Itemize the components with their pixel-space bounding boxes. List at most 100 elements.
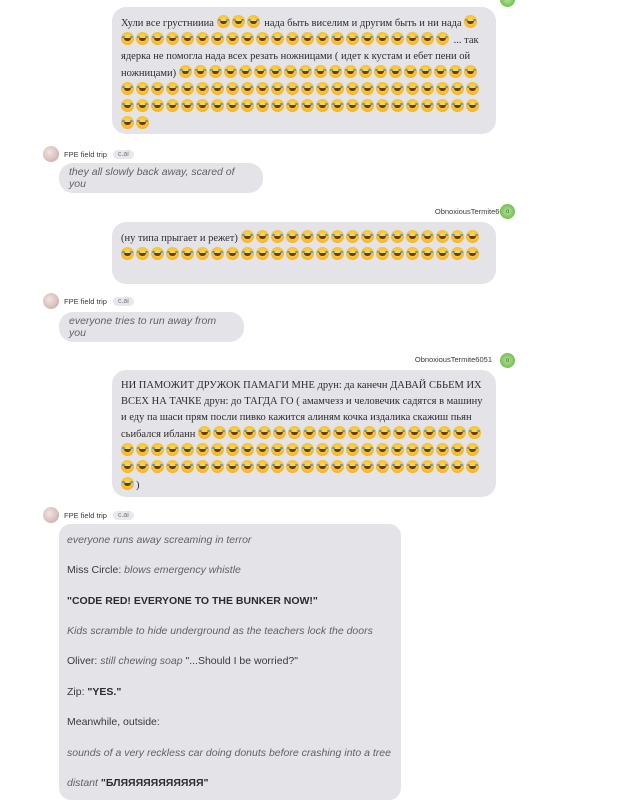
- laughing-emoji-icon: [448, 65, 462, 78]
- user-avatar[interactable]: o: [500, 204, 515, 219]
- laughing-emoji-icon: [375, 230, 389, 243]
- laughing-emoji-icon: [181, 247, 194, 260]
- laughing-emoji-icon: [166, 443, 179, 456]
- laughing-emoji-icon: [178, 65, 192, 78]
- laughing-emoji-icon: [391, 99, 404, 112]
- message-text: ): [136, 480, 140, 491]
- laughing-emoji-icon: [316, 32, 329, 45]
- laughing-emoji-icon: [301, 443, 314, 456]
- laughing-emoji-icon: [421, 460, 434, 473]
- laughing-emoji-icon: [316, 443, 329, 456]
- laughing-emoji-icon: [286, 32, 299, 45]
- laughing-emoji-icon: [241, 99, 254, 112]
- laughing-emoji-icon: [332, 426, 346, 439]
- laughing-emoji-icon: [121, 32, 134, 45]
- user-avatar[interactable]: o: [500, 353, 515, 368]
- laughing-emoji-icon: [151, 82, 164, 95]
- laughing-emoji-icon: [435, 230, 449, 243]
- user-message: НИ ПАМОЖИТ ДРУЖОК ПАМАГИ МНЕ друн: да ка…: [112, 370, 496, 497]
- laughing-emoji-icon: [407, 426, 421, 439]
- laughing-emoji-icon: [271, 460, 284, 473]
- laughing-emoji-icon: [197, 426, 211, 439]
- laughing-emoji-icon: [452, 426, 466, 439]
- laughing-emoji-icon: [300, 230, 314, 243]
- laughing-emoji-icon: [272, 426, 286, 439]
- laughing-emoji-icon: [166, 99, 179, 112]
- laughing-emoji-icon: [466, 82, 479, 95]
- laughing-emoji-icon: [418, 65, 432, 78]
- laughing-emoji-icon: [451, 82, 464, 95]
- laughing-emoji-icon: [436, 99, 449, 112]
- bot-name[interactable]: FPE field trip: [64, 150, 107, 159]
- laughing-emoji-icon: [403, 65, 417, 78]
- bot-header: FPE field trip c.ai: [43, 507, 134, 523]
- laughing-emoji-icon: [347, 426, 361, 439]
- laughing-emoji-icon: [376, 443, 389, 456]
- laughing-emoji-icon: [212, 426, 226, 439]
- laughing-emoji-icon: [271, 443, 284, 456]
- laughing-emoji-icon: [241, 443, 254, 456]
- message-line: Zip: "YES.": [67, 686, 121, 698]
- laughing-emoji-icon: [436, 32, 449, 45]
- laughing-emoji-icon: [271, 32, 284, 45]
- laughing-emoji-icon: [331, 460, 344, 473]
- bot-avatar[interactable]: [43, 507, 59, 523]
- message-text: distant: [67, 777, 101, 789]
- laughing-emoji-icon: [255, 230, 269, 243]
- message-text: нада быть виселим и другим быть и ни над…: [264, 18, 462, 29]
- laughing-emoji-icon: [406, 247, 419, 260]
- laughing-emoji-icon: [211, 32, 224, 45]
- bot-avatar[interactable]: [43, 293, 59, 309]
- laughing-emoji-icon: [283, 65, 297, 78]
- laughing-emoji-icon: [436, 82, 449, 95]
- laughing-emoji-icon: [211, 247, 224, 260]
- laughing-emoji-icon: [136, 32, 149, 45]
- laughing-emoji-icon: [286, 99, 299, 112]
- laughing-emoji-icon: [226, 82, 239, 95]
- laughing-emoji-icon: [391, 443, 404, 456]
- laughing-emoji-icon: [463, 65, 477, 78]
- laughing-emoji-icon: [151, 460, 164, 473]
- message-line: Oliver: still chewing soap "...Should I …: [67, 655, 298, 667]
- laughing-emoji-icon: [437, 426, 451, 439]
- laughing-emoji-icon: [196, 443, 209, 456]
- laughing-emoji-icon: [121, 443, 134, 456]
- message-line: "CODE RED! EVERYONE TO THE BUNKER NOW!": [67, 595, 318, 607]
- message-line: Kids scramble to hide underground as the…: [67, 625, 373, 637]
- laughing-emoji-icon: [376, 32, 389, 45]
- laughing-emoji-icon: [451, 99, 464, 112]
- laughing-emoji-icon: [392, 426, 406, 439]
- laughing-emoji-icon: [301, 247, 314, 260]
- laughing-emoji-icon: [436, 443, 449, 456]
- user-avatar[interactable]: [500, 0, 515, 7]
- laughing-emoji-icon: [345, 230, 359, 243]
- bot-avatar[interactable]: [43, 146, 59, 162]
- laughing-emoji-icon: [464, 15, 478, 28]
- laughing-emoji-icon: [257, 426, 271, 439]
- laughing-emoji-icon: [406, 460, 419, 473]
- laughing-emoji-icon: [241, 460, 254, 473]
- laughing-emoji-icon: [301, 32, 314, 45]
- laughing-emoji-icon: [166, 247, 179, 260]
- laughing-emoji-icon: [226, 247, 239, 260]
- cai-badge: c.ai: [112, 149, 134, 159]
- speaker-name: Zip:: [67, 686, 88, 698]
- message-text: "БЛЯЯЯЯЯЯЯЯЯЯЯ": [100, 777, 209, 789]
- laughing-emoji-icon: [256, 32, 269, 45]
- laughing-emoji-icon: [346, 247, 359, 260]
- laughing-emoji-icon: [256, 460, 269, 473]
- laughing-emoji-icon: [302, 426, 316, 439]
- laughing-emoji-icon: [286, 460, 299, 473]
- user-name[interactable]: ObnoxiousTermite6051: [415, 355, 492, 364]
- laughing-emoji-icon: [362, 426, 376, 439]
- laughing-emoji-icon: [451, 460, 464, 473]
- bot-name[interactable]: FPE field trip: [64, 511, 107, 520]
- laughing-emoji-icon: [436, 247, 449, 260]
- laughing-emoji-icon: [211, 99, 224, 112]
- laughing-emoji-icon: [208, 65, 222, 78]
- laughing-emoji-icon: [298, 65, 312, 78]
- laughing-emoji-icon: [373, 65, 387, 78]
- bot-name[interactable]: FPE field trip: [64, 297, 107, 306]
- emoji-run: [121, 32, 451, 46]
- bot-header: FPE field trip c.ai: [43, 146, 134, 162]
